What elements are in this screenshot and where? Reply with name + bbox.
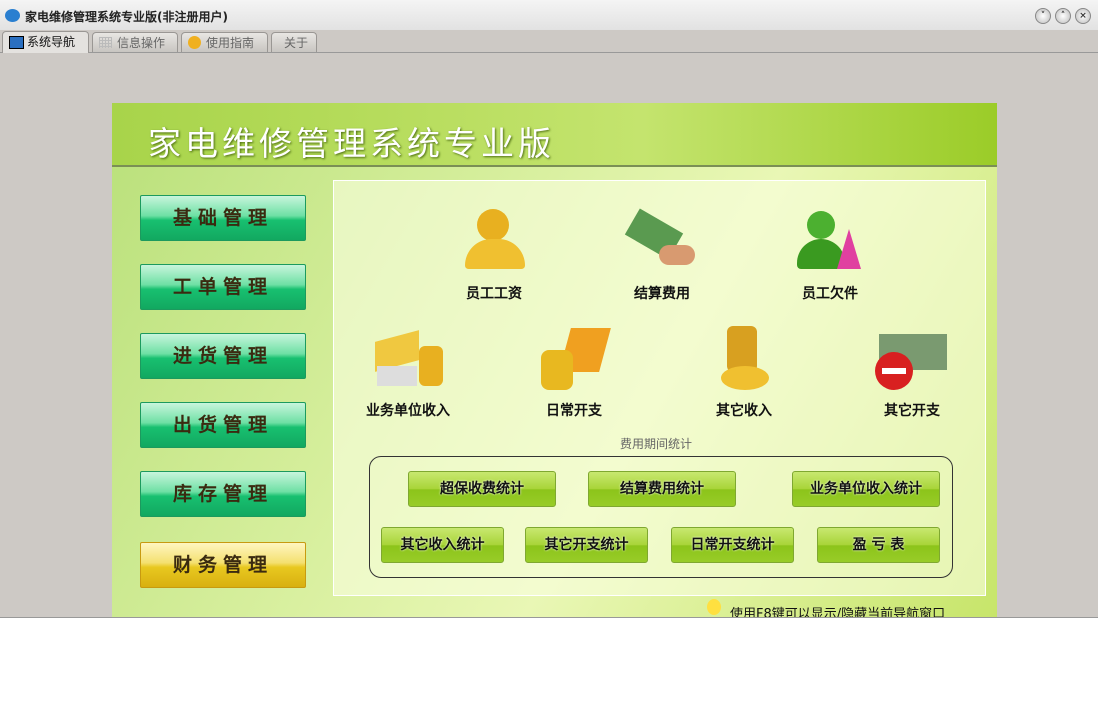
stats-group: 超保收费统计 结算费用统计 业务单位收入统计 其它收入统计 其它开支统计 日常开… <box>369 456 953 578</box>
close-icon[interactable]: × <box>1075 8 1091 24</box>
sidebar-item-shipment[interactable]: 出货管理 <box>140 402 306 448</box>
tab-system-nav[interactable]: 系统导航 <box>2 31 89 53</box>
item-label: 其它开支 <box>884 403 940 419</box>
tab-label: 系统导航 <box>27 35 76 49</box>
stats-button-other-income[interactable]: 其它收入统计 <box>381 527 504 563</box>
chevron-down-icon[interactable]: ˅ <box>1035 8 1051 24</box>
item-employee-owed[interactable]: 员工欠件 <box>760 209 900 303</box>
finance-nav-panel: 家电维修管理系统专业版 基础管理 工单管理 进货管理 出货管理 库存管理 财务管… <box>112 103 997 617</box>
monitor-icon <box>9 36 24 49</box>
users-icon <box>793 209 867 279</box>
tab-label: 关于 <box>284 36 309 50</box>
tab-label: 信息操作 <box>117 36 166 50</box>
item-label: 员工欠件 <box>802 286 858 302</box>
cards-coins-icon <box>371 326 445 396</box>
sidebar-item-inventory[interactable]: 库存管理 <box>140 471 306 517</box>
title-bar: 家电维修管理系统专业版(非注册用户) ˅ ˄ × <box>0 0 1098 30</box>
stats-button-daily-expense[interactable]: 日常开支统计 <box>671 527 794 563</box>
money-bag-person-icon <box>457 209 531 279</box>
item-daily-expense[interactable]: 日常开支 <box>504 326 644 420</box>
laptop-coins-icon <box>537 326 611 396</box>
cash-hand-icon <box>624 208 699 279</box>
app-window: 家电维修管理系统专业版(非注册用户) ˅ ˄ × 系统导航 信息操作 使用指南 … <box>0 0 1098 618</box>
window-title: 家电维修管理系统专业版(非注册用户) <box>25 10 228 24</box>
grid-icon <box>99 37 112 48</box>
item-settlement[interactable]: 结算费用 <box>592 208 732 303</box>
section-title: 费用期间统计 <box>620 437 693 451</box>
tab-bar: 系统导航 信息操作 使用指南 关于 <box>0 30 1098 53</box>
content-area: 员工工资 结算费用 员工欠件 业务单位收入 日常开支 其它收入 其它开支 费用期… <box>333 180 986 596</box>
header-banner: 家电维修管理系统专业版 <box>112 103 997 167</box>
item-label: 日常开支 <box>546 403 602 419</box>
item-salary[interactable]: 员工工资 <box>424 209 564 303</box>
item-other-expense[interactable]: 其它开支 <box>842 326 982 420</box>
sidebar-item-purchase[interactable]: 进货管理 <box>140 333 306 379</box>
tab-label: 使用指南 <box>206 36 255 50</box>
page-title: 家电维修管理系统专业版 <box>148 124 555 163</box>
item-label: 员工工资 <box>466 286 522 302</box>
app-logo-icon <box>5 9 20 22</box>
stats-button-business-income[interactable]: 业务单位收入统计 <box>792 471 940 507</box>
stats-button-settlement[interactable]: 结算费用统计 <box>588 471 736 507</box>
stats-button-profit-loss[interactable]: 盈 亏 表 <box>817 527 940 563</box>
stats-button-other-expense[interactable]: 其它开支统计 <box>525 527 648 563</box>
coins-icon <box>707 326 781 396</box>
tab-about[interactable]: 关于 <box>271 32 317 52</box>
chevron-up-icon[interactable]: ˄ <box>1055 8 1071 24</box>
money-minus-icon <box>875 326 949 396</box>
tab-guide[interactable]: 使用指南 <box>181 32 268 52</box>
item-label: 其它收入 <box>716 403 772 419</box>
tab-info-ops[interactable]: 信息操作 <box>92 32 178 52</box>
footer-hint: 使用F8键可以显示/隐藏当前导航窗口 <box>730 607 946 617</box>
help-icon <box>188 36 201 49</box>
sidebar-item-basic[interactable]: 基础管理 <box>140 195 306 241</box>
stats-button-warranty-fee[interactable]: 超保收费统计 <box>408 471 556 507</box>
item-label: 结算费用 <box>634 286 690 302</box>
item-business-income[interactable]: 业务单位收入 <box>338 326 478 420</box>
lightbulb-icon <box>707 599 721 615</box>
item-other-income[interactable]: 其它收入 <box>674 326 814 420</box>
sidebar-item-workorder[interactable]: 工单管理 <box>140 264 306 310</box>
sidebar-item-finance[interactable]: 财务管理 <box>140 542 306 588</box>
item-label: 业务单位收入 <box>366 403 450 419</box>
